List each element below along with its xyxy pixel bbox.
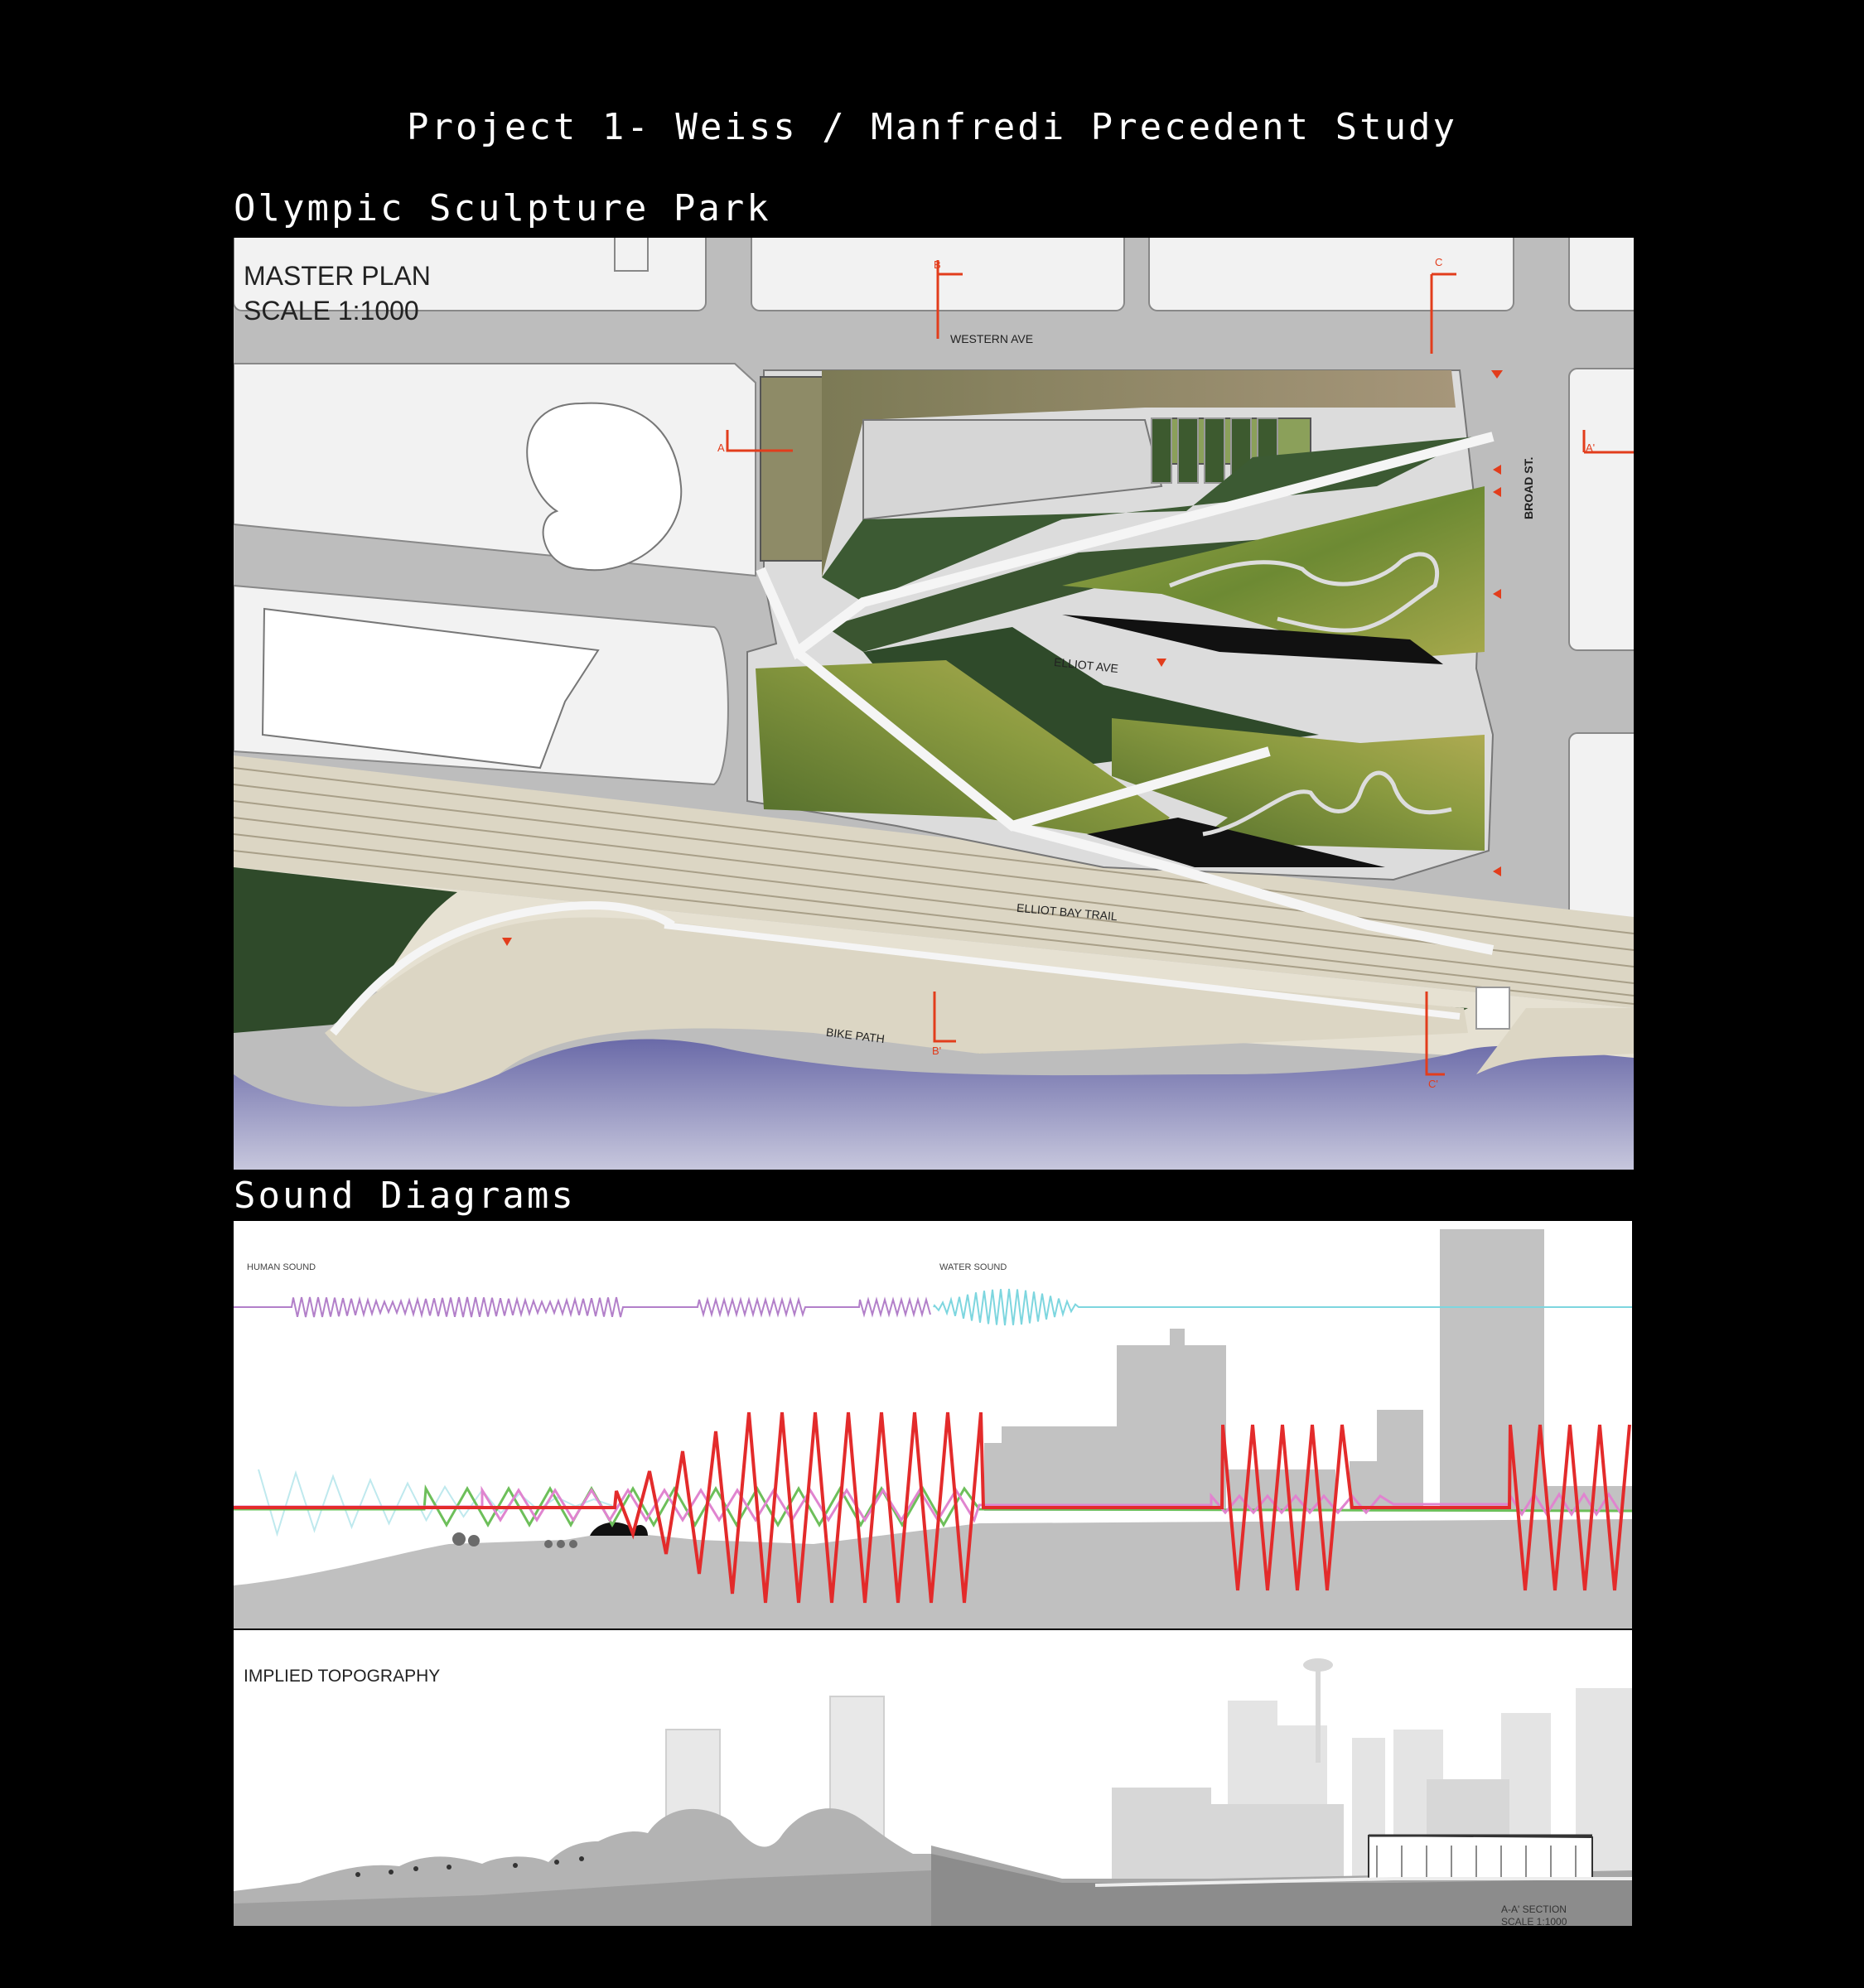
city-block [1148, 238, 1514, 311]
section-marker-c-prime: C' [1428, 1078, 1438, 1090]
master-plan-drawing: MASTER PLAN SCALE 1:1000 WESTERN AVE ELL… [234, 238, 1634, 1170]
master-plan-svg [234, 238, 1634, 1170]
section-marker-a-prime: A' [1586, 442, 1596, 454]
street-label-broad-st: BROAD ST. [1522, 456, 1535, 519]
city-block [1568, 368, 1634, 651]
water-sound-wave-section [258, 1469, 613, 1537]
section-marker-c: C [1435, 256, 1443, 268]
topography-title: IMPLIED TOPOGRAPHY [244, 1667, 441, 1686]
park-heading: Olympic Sculpture Park [234, 187, 771, 229]
page-title: Project 1- Weiss / Manfredi Precedent St… [406, 106, 1458, 148]
street-label-western-ave: WESTERN AVE [950, 332, 1034, 345]
sound-diagram: HUMAN SOUND WATER SOUND [234, 1221, 1632, 1629]
human-sound-wave [234, 1296, 931, 1319]
sound-heading: Sound Diagrams [234, 1175, 576, 1217]
section-marker-b: B [934, 258, 941, 271]
human-sound-label: HUMAN SOUND [247, 1262, 316, 1272]
section-label-line1: A-A' SECTION [1501, 1904, 1567, 1915]
topography-section: IMPLIED TOPOGRAPHY A-A' SECTION SCALE 1:… [234, 1630, 1632, 1926]
city-block [1568, 238, 1634, 311]
master-plan-title-line1: MASTER PLAN [244, 261, 431, 291]
master-plan-title-line2: SCALE 1:1000 [244, 296, 419, 326]
section-marker-b-prime: B' [932, 1045, 942, 1057]
section-label-line2: SCALE 1:1000 [1501, 1916, 1567, 1926]
topography-svg [234, 1658, 1632, 1926]
sound-diagram-svg [234, 1229, 1632, 1629]
pavilion-building [760, 376, 823, 562]
section-marker-a: A [717, 442, 725, 454]
water-sound-label: WATER SOUND [939, 1262, 1007, 1272]
